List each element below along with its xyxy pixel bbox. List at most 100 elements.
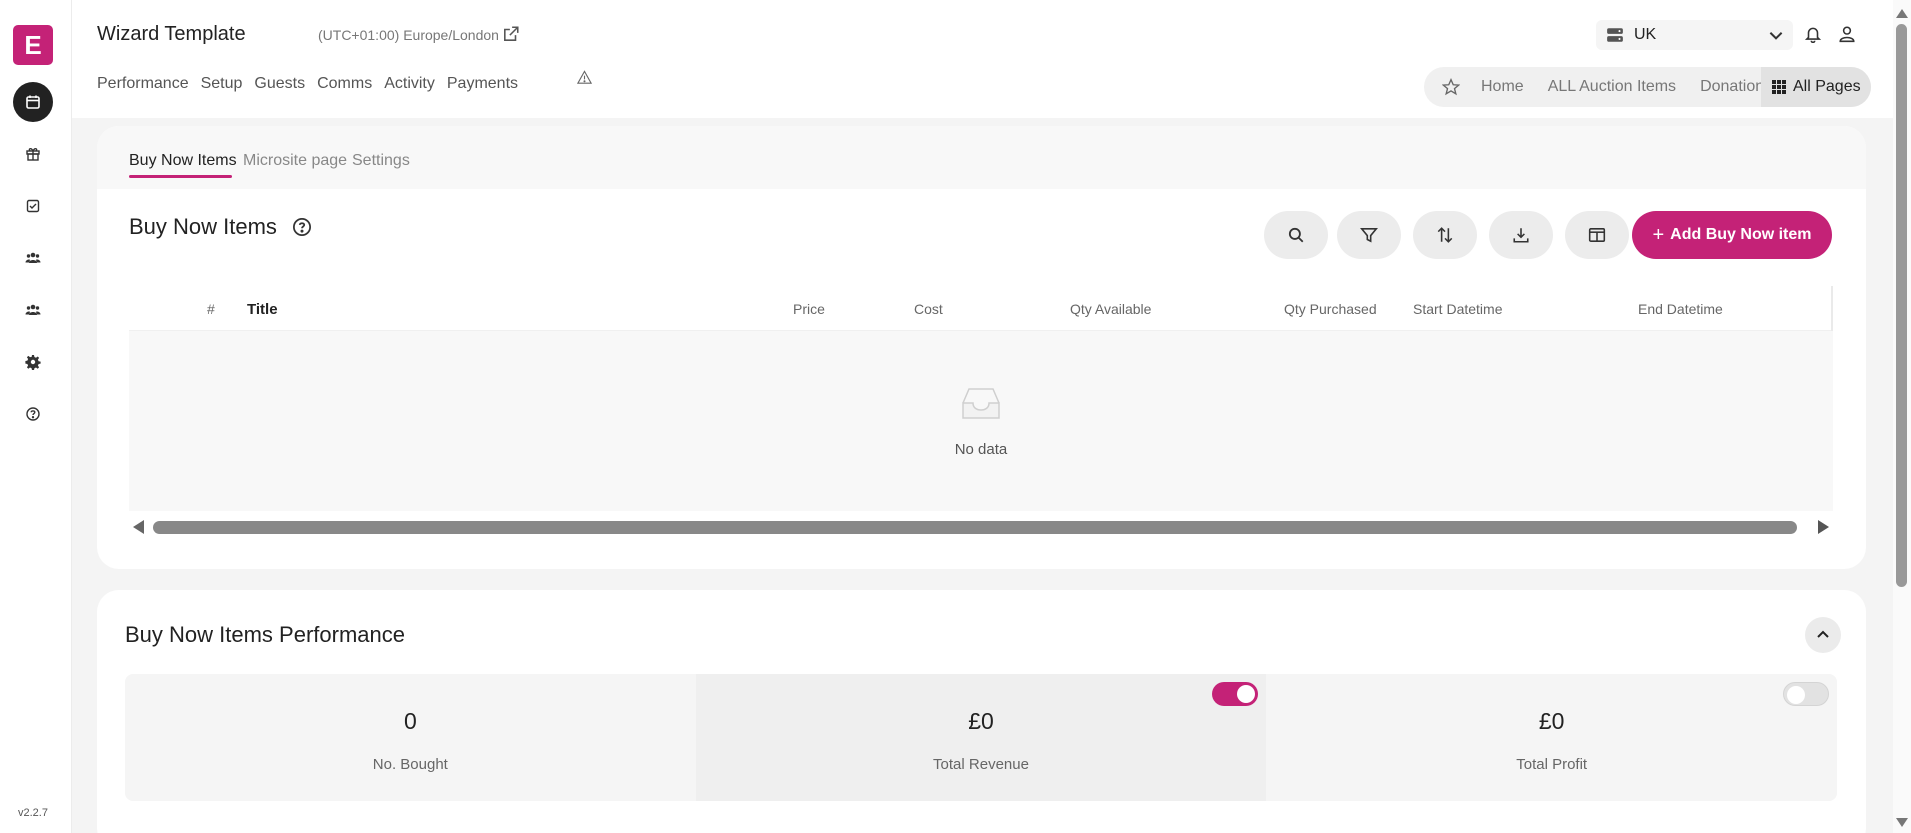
col-qty-purchased[interactable]: Qty Purchased (1284, 301, 1377, 317)
user-icon[interactable] (1838, 25, 1856, 43)
buy-now-items-card: Buy Now Items Microsite page Settings Bu… (97, 126, 1866, 569)
table-empty-state: No data (129, 331, 1833, 511)
scroll-down-arrow[interactable] (1896, 818, 1908, 827)
star-icon[interactable] (1442, 78, 1460, 96)
gift-icon (26, 148, 40, 161)
event-timezone: (UTC+01:00) Europe/London (318, 27, 499, 43)
scroll-right-arrow[interactable] (1818, 520, 1829, 534)
checkbox-icon (26, 199, 40, 213)
table-header: # Title Price Cost Qty Available Qty Pur… (129, 286, 1833, 331)
columns-button[interactable] (1565, 211, 1629, 259)
vertical-scrollbar[interactable] (1893, 0, 1911, 833)
horizontal-scrollbar[interactable] (133, 518, 1829, 538)
stat-value: 0 (403, 708, 417, 734)
users-icon (25, 252, 41, 263)
tabs-bar: Buy Now Items Microsite page Settings (97, 126, 1866, 189)
quick-link-donation[interactable]: Donation (1700, 78, 1764, 96)
performance-title: Buy Now Items Performance (125, 622, 405, 647)
search-icon (1288, 227, 1304, 243)
col-price[interactable]: Price (793, 301, 825, 317)
col-end-datetime[interactable]: End Datetime (1638, 301, 1723, 317)
filter-icon (1360, 228, 1378, 243)
external-link-icon[interactable] (502, 25, 520, 43)
nav-guests[interactable]: Guests (254, 75, 305, 93)
columns-icon (1588, 228, 1606, 242)
region-select[interactable]: UK (1596, 20, 1793, 50)
top-header: Wizard Template (UTC+01:00) Europe/Londo… (72, 0, 1911, 118)
nav-activity[interactable]: Activity (384, 75, 435, 93)
scrollbar-thumb[interactable] (153, 521, 1797, 534)
stat-total-profit: £0 Total Profit (1266, 674, 1837, 801)
search-button[interactable] (1264, 211, 1328, 259)
page-title: Buy Now Items (129, 214, 277, 239)
nav-setup[interactable]: Setup (201, 75, 243, 93)
sidebar-item-items[interactable] (13, 134, 53, 174)
app-version: v2.2.7 (18, 807, 48, 819)
stat-no-bought: 0 No. Bought (125, 674, 696, 801)
toggle-knob (1787, 686, 1806, 704)
sidebar-item-guests[interactable] (13, 238, 53, 278)
col-title[interactable]: Title (247, 301, 278, 318)
sidebar-item-events[interactable] (13, 82, 53, 122)
server-icon (1607, 28, 1623, 42)
users-group-icon (25, 304, 41, 315)
scroll-left-arrow[interactable] (133, 520, 144, 534)
add-buy-now-item-label: Add Buy Now item (1670, 226, 1812, 243)
region-value: UK (1634, 26, 1657, 43)
event-title: Wizard Template (97, 23, 246, 45)
download-button[interactable] (1489, 211, 1553, 259)
tab-settings[interactable]: Settings (352, 152, 410, 170)
empty-text: No data (954, 441, 1008, 458)
help-icon[interactable] (292, 217, 312, 237)
tab-microsite-page[interactable]: Microsite page (243, 152, 347, 170)
nav-performance[interactable]: Performance (97, 75, 189, 93)
nav-comms[interactable]: Comms (317, 75, 372, 93)
quick-links-bar: Home ALL Auction Items Donation All Page… (1424, 67, 1871, 107)
stat-value: £0 (968, 708, 994, 734)
download-icon (1513, 228, 1529, 243)
sort-button[interactable] (1413, 211, 1477, 259)
main-nav: Performance Setup Guests Comms Activity … (97, 75, 518, 93)
all-pages-button[interactable]: All Pages (1761, 67, 1871, 107)
stat-label: No. Bought (372, 756, 448, 773)
plus-icon: + (1652, 223, 1665, 246)
profit-toggle[interactable] (1783, 682, 1830, 706)
stats-row: 0 No. Bought £0 Total Revenue £0 Total P… (125, 674, 1837, 801)
nav-payments[interactable]: Payments (447, 75, 518, 93)
sidebar: E v2.2.7 (0, 0, 72, 833)
app-logo[interactable]: E (13, 25, 53, 65)
tab-buy-now-items[interactable]: Buy Now Items (129, 152, 237, 170)
col-cost[interactable]: Cost (914, 301, 943, 317)
performance-card: Buy Now Items Performance 0 No. Bought £… (97, 590, 1866, 833)
warning-icon (577, 70, 592, 84)
col-qty-available[interactable]: Qty Available (1070, 301, 1151, 317)
help-circle-icon (26, 407, 40, 421)
column-divider (1831, 286, 1833, 331)
chevron-up-icon (1817, 630, 1829, 638)
calendar-icon (26, 95, 40, 109)
stat-label: Total Profit (1516, 756, 1588, 773)
sidebar-item-tasks[interactable] (13, 186, 53, 226)
filter-button[interactable] (1337, 211, 1401, 259)
toggle-knob (1237, 685, 1256, 703)
grid-icon (1772, 80, 1786, 94)
sidebar-item-teams[interactable] (13, 290, 53, 330)
col-index[interactable]: # (207, 301, 215, 317)
chevron-down-icon (1769, 32, 1783, 40)
sidebar-item-settings[interactable] (13, 342, 53, 382)
stat-value: £0 (1538, 708, 1565, 734)
scroll-up-arrow[interactable] (1896, 9, 1908, 18)
inbox-icon (962, 388, 1000, 419)
revenue-toggle[interactable] (1212, 682, 1259, 706)
col-start-datetime[interactable]: Start Datetime (1413, 301, 1502, 317)
all-pages-label: All Pages (1793, 78, 1861, 95)
collapse-button[interactable] (1805, 617, 1841, 653)
bell-icon[interactable] (1804, 25, 1822, 43)
gear-icon (25, 355, 41, 370)
add-buy-now-item-button[interactable]: + Add Buy Now item (1632, 211, 1832, 259)
sidebar-item-help[interactable] (13, 394, 53, 434)
quick-link-auction-items[interactable]: ALL Auction Items (1548, 78, 1676, 96)
sort-icon (1437, 227, 1453, 243)
quick-link-home[interactable]: Home (1481, 78, 1524, 96)
vertical-scrollbar-thumb[interactable] (1896, 24, 1907, 587)
